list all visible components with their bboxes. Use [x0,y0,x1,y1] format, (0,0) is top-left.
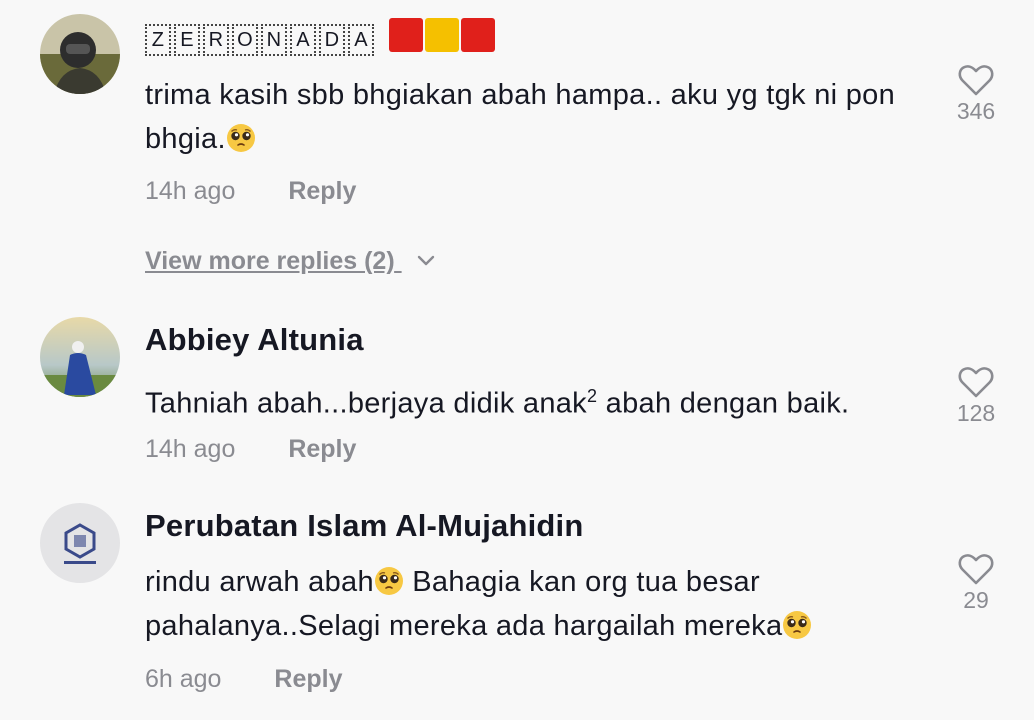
comment-meta: 6h ago Reply [145,665,343,694]
comment-meta: 14h ago Reply [145,435,356,464]
comment-text: Tahniah abah...berjaya didik anak2 abah … [145,374,925,426]
avatar[interactable] [40,14,120,94]
username-letter: A [290,24,316,56]
heart-outline-icon [958,65,994,96]
like-button[interactable]: 29 [940,553,1012,614]
reply-button[interactable]: Reply [288,435,356,463]
chevron-down-icon [417,255,434,266]
like-count: 128 [956,400,996,426]
username-letter: O [232,24,258,56]
pleading-face-emoji-icon [374,566,404,596]
comment-text-segment: abah dengan baik. [597,387,850,420]
superscript: 2 [586,386,598,406]
comment-text: rindu arwah abah Bahagia kan org tua bes… [145,560,925,648]
pleading-face-emoji-icon [226,123,256,153]
reply-button[interactable]: Reply [288,177,356,205]
color-square-emoji-icon [389,18,423,52]
like-count: 346 [956,98,996,124]
comment-timestamp: 14h ago [145,177,236,205]
reply-button[interactable]: Reply [274,665,342,693]
comment-text-segment: trima kasih sbb bhgiakan abah hampa.. ak… [145,79,896,155]
color-square-emoji-icon [425,18,459,52]
username-letter: Z [145,24,171,56]
like-count: 29 [963,587,989,613]
avatar[interactable] [40,317,120,397]
comment-username[interactable]: Abbiey Altunia [145,322,364,358]
heart-outline-icon [958,367,994,398]
username-letter: A [348,24,374,56]
username-letter: E [174,24,200,56]
avatar[interactable] [40,503,120,583]
username-letter: N [261,24,287,56]
like-button[interactable]: 346 [940,64,1012,125]
comment-username[interactable]: ZERONADA [145,18,497,56]
comment-text-segment: Tahniah abah...berjaya didik anak [145,387,587,420]
heart-outline-icon [958,554,994,585]
comment-text: trima kasih sbb bhgiakan abah hampa.. ak… [145,73,925,161]
comment-username[interactable]: Perubatan Islam Al-Mujahidin [145,508,584,544]
comment-timestamp: 14h ago [145,435,236,463]
like-button[interactable]: 128 [940,366,1012,427]
comment-text-segment: rindu arwah abah [145,566,374,598]
pleading-face-emoji-icon [782,610,812,640]
view-more-replies-button[interactable]: View more replies (2) [145,247,436,276]
username-letter: R [203,24,229,56]
comment-timestamp: 6h ago [145,665,222,693]
view-more-replies-label: View more replies (2) [145,247,395,275]
color-square-emoji-icon [461,18,495,52]
username-letter: D [319,24,345,56]
comment-meta: 14h ago Reply [145,177,356,206]
